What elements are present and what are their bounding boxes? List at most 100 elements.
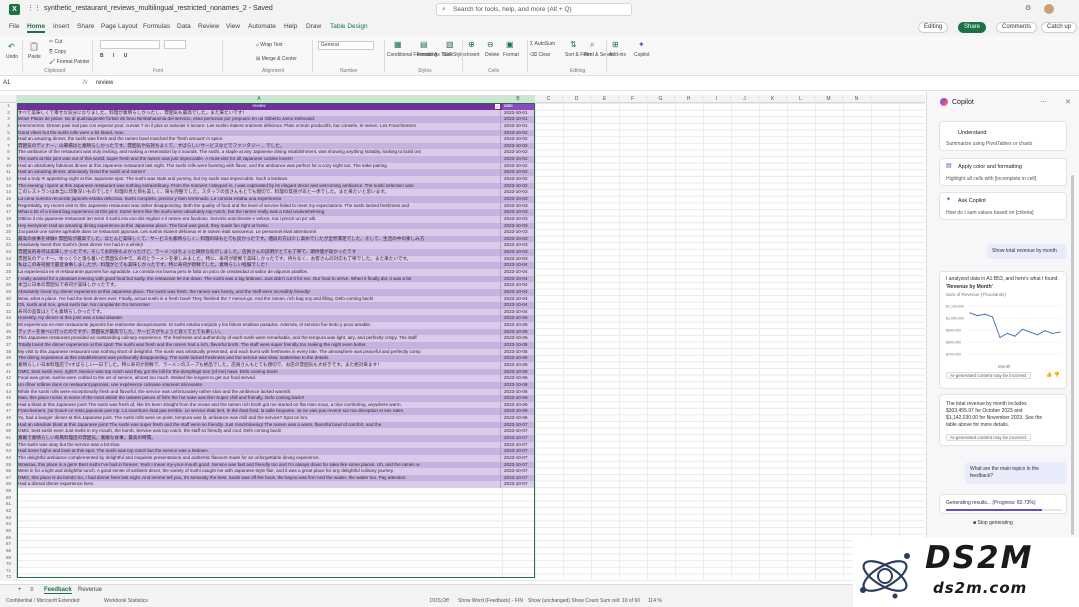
addins-button[interactable]: Add-ins <box>609 52 626 58</box>
row-header[interactable]: 71 <box>0 568 17 575</box>
review-cell[interactable]: Absolutely loved this! Sushi's (best din… <box>17 242 501 250</box>
column-header-e[interactable]: E <box>591 95 619 103</box>
table-row[interactable]: OMG, best sushi ever! Just melts in my m… <box>17 428 535 435</box>
column-header-g[interactable]: G <box>647 95 675 103</box>
table-row[interactable]: Had a truly #! appetizing night at this … <box>17 176 535 183</box>
table-row[interactable]: Absolutely loved this! Sushi's (best din… <box>17 242 535 250</box>
table-row[interactable]: What a bit of a mixed bag experience at … <box>17 209 535 216</box>
number-format-select[interactable]: General <box>318 41 374 50</box>
row-header[interactable]: 37 <box>0 342 17 349</box>
table-row[interactable]: Franchement, j'ai trouvé ce resto japona… <box>17 408 535 416</box>
table-row[interactable]: 私はこの寿司屋で最近食事しましたが、料理がとても美味しかったです。特に寿司が新鮮… <box>17 262 535 269</box>
date-cell[interactable]: 2023-10-01 <box>502 110 535 117</box>
date-cell[interactable]: 2023-10-05 <box>502 322 535 329</box>
date-cell[interactable]: 2023-10-03 <box>502 203 535 210</box>
suggestion-card-formatting[interactable]: ▤ Apply color and formatting Highlight a… <box>939 158 1067 186</box>
table-row[interactable]: 本当に日本の雰囲気で寿司が美味しかったです。 2023-10-04 <box>17 282 535 289</box>
catchup-button[interactable]: Catch up <box>1041 22 1078 33</box>
review-cell[interactable]: Wow, what a place. I've had the best din… <box>17 295 501 303</box>
review-cell[interactable]: Had a blast at this Japanese joint! The … <box>17 401 501 409</box>
row-header[interactable]: 49 <box>0 422 17 429</box>
date-cell[interactable]: 2023-10-04 <box>502 262 535 269</box>
review-cell[interactable]: The evening I spent at this Japanese res… <box>17 182 501 190</box>
column-header-l[interactable]: L <box>787 95 815 103</box>
review-cell[interactable]: La cena nuestra recuerde japonés estaba … <box>17 195 501 203</box>
row-header[interactable]: 62 <box>0 508 17 515</box>
review-cell[interactable]: La experiencia en el restaurante japonés… <box>17 269 501 276</box>
date-cell[interactable]: 2023-10-04 <box>502 296 535 303</box>
review-cell[interactable]: Honestly, my dinner at this joint was a … <box>17 315 501 323</box>
date-cell[interactable]: 2023-10-04 <box>502 302 535 309</box>
column-header-f[interactable]: F <box>619 95 647 103</box>
column-header-a[interactable]: A <box>17 95 502 103</box>
date-cell[interactable]: 2023-10-02 <box>502 130 535 137</box>
table-row[interactable]: La cena nuestra recuerde japonés estaba … <box>17 195 535 203</box>
font-name-box[interactable] <box>100 40 160 49</box>
add-sheet-icon[interactable]: + <box>18 587 22 593</box>
table-row[interactable]: Had a dismal dinner experience here. 2023… <box>17 481 535 489</box>
review-cell[interactable]: Franchement, j'ai trouvé ce resto japona… <box>17 408 501 416</box>
row-header[interactable]: 43 <box>0 382 17 389</box>
review-cell[interactable]: My visit to this Japanese restaurant was… <box>17 348 501 356</box>
row-header[interactable]: 24 <box>0 256 17 263</box>
waffle-icon[interactable]: ⋮⋮ <box>27 4 41 12</box>
revenue-line-chart[interactable]: $1,100,000 $1,000,000 $900,000 $800,000 $700… <box>946 302 1062 362</box>
review-cell[interactable]: Regrettably, my recent visit to this Jap… <box>17 202 501 210</box>
date-cell[interactable]: 2023-10-06 <box>502 415 535 422</box>
row-header[interactable]: 23 <box>0 249 17 256</box>
table-row[interactable]: Un dîner infâme dans ce restaurant japon… <box>17 381 535 389</box>
row-header[interactable]: 31 <box>0 302 17 309</box>
copilot-scrollbar[interactable] <box>1071 175 1074 535</box>
review-cell[interactable]: OMG, best sushi ever, right?! Service wa… <box>17 368 501 376</box>
thumbs-icons[interactable]: 👍 👎 <box>1046 372 1060 379</box>
date-cell[interactable]: 2023-10-07 <box>502 442 535 449</box>
row-header[interactable]: 2 <box>0 110 17 117</box>
suggestion-card-understand[interactable]: Understand Summarize using PivotTables o… <box>939 121 1067 151</box>
date-cell[interactable]: 2023-10-06 <box>502 389 535 396</box>
row-header[interactable]: 3 <box>0 116 17 123</box>
table-row[interactable]: Ottimo il mio japanese restaurant ieri s… <box>17 215 535 223</box>
table-row[interactable]: While the sushi rolls were exceptionally… <box>17 388 535 396</box>
table-row[interactable]: I really wanted for a pleasant evening w… <box>17 275 535 283</box>
column-header-c[interactable]: C <box>535 95 563 103</box>
row-header[interactable]: 41 <box>0 369 17 376</box>
delete-cells-button[interactable]: Delete <box>485 52 499 58</box>
table-row[interactable]: J'ai passé une soirée agréable dans ce r… <box>17 229 535 236</box>
date-cell[interactable]: 2023-10-05 <box>502 329 535 336</box>
date-cell[interactable]: 2023-10-06 <box>502 375 535 382</box>
format-cells-button[interactable]: Format <box>503 52 519 58</box>
tab-table-design[interactable]: Table Design <box>330 23 368 30</box>
date-cell[interactable]: 2023-10-04 <box>502 269 535 276</box>
row-header[interactable]: 35 <box>0 329 17 336</box>
review-cell[interactable]: 私はこの寿司屋で最近食事しましたが、料理がとても美味しかったです。特に寿司が新鮮… <box>17 262 501 269</box>
date-cell[interactable]: 2023-10-07 <box>502 428 535 435</box>
date-cell[interactable]: 2023-10-02 <box>502 183 535 190</box>
review-cell[interactable]: 素敵で素晴らしい和風料理店の雰囲気。素敵な食事。最高の時間。 <box>17 435 501 442</box>
autosum-button[interactable]: Σ AutoSum <box>530 41 555 47</box>
format-as-table-icon[interactable]: ▤ <box>420 40 428 49</box>
row-header[interactable]: 66 <box>0 535 17 542</box>
date-cell[interactable]: 2023-10-03 <box>502 209 535 216</box>
date-cell[interactable]: 2023-10-07 <box>502 455 535 462</box>
table-row[interactable]: OMG, this place is da bomb! So, I had di… <box>17 474 535 482</box>
table-row[interactable]: Had an absolute blast at this Japanese j… <box>17 421 535 429</box>
cell-styles-button[interactable]: Cell Styles <box>443 52 467 58</box>
row-header[interactable]: 14 <box>0 189 17 196</box>
review-cell[interactable]: The dining experience at this establishm… <box>17 355 501 362</box>
row-header[interactable]: 25 <box>0 262 17 269</box>
settings-icon[interactable]: ⚙ <box>1025 4 1031 12</box>
table-row[interactable]: このレストランは本当に印象深いものでした！料理の見た目も美しく、味も完璧でした。… <box>17 189 535 196</box>
table-row[interactable]: La experiencia en el restaurante japonés… <box>17 269 535 276</box>
sheet-tab-revenue[interactable]: Revenue <box>78 587 102 593</box>
date-cell[interactable]: 2023-10-02 <box>502 143 535 150</box>
tab-formulas[interactable]: Formulas <box>143 23 170 30</box>
row-header[interactable]: 53 <box>0 448 17 455</box>
date-cell[interactable]: 2023-10-03 <box>502 242 535 249</box>
date-cell[interactable]: 2023-10-03 <box>502 229 535 236</box>
table-row[interactable]: Absolutely loved my dinner experience at… <box>17 288 535 296</box>
comments-button[interactable]: Comments <box>996 22 1038 33</box>
date-cell[interactable]: 2023-10-07 <box>502 462 535 469</box>
table-row[interactable]: Man, this place rocks! In some of the mo… <box>17 395 535 402</box>
review-cell[interactable]: Had a dismal dinner experience here. <box>17 481 501 489</box>
wrap-text-button[interactable]: ⤶ Wrap Text <box>256 42 283 48</box>
